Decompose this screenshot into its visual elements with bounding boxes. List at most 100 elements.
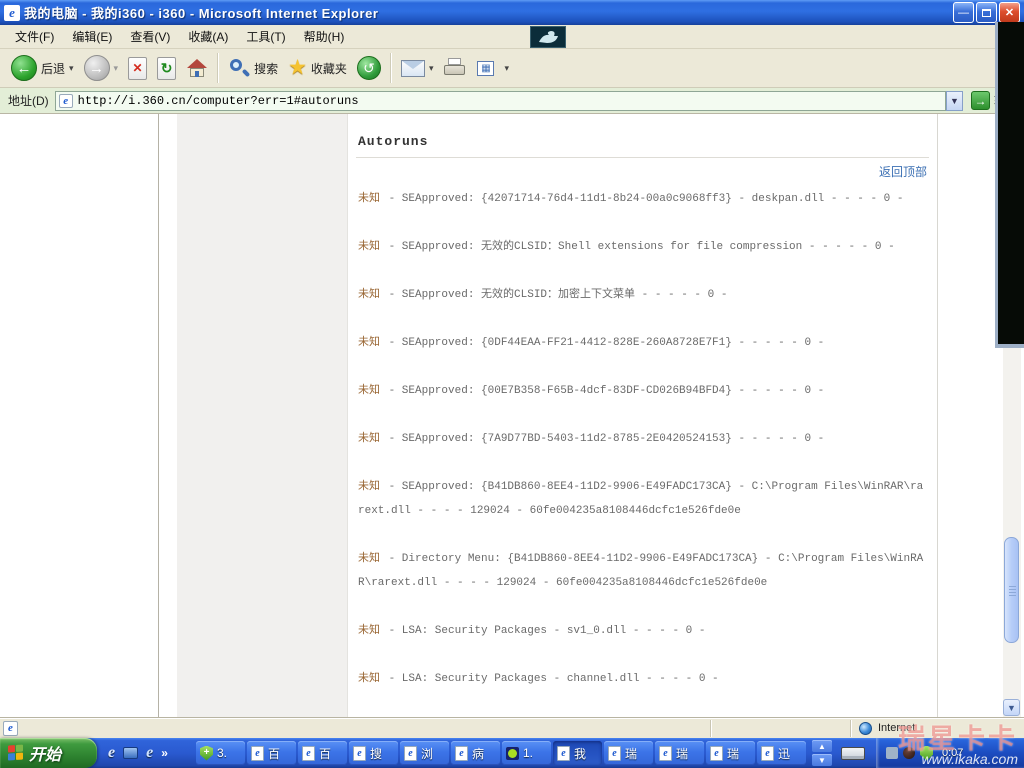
- taskbar-button-10[interactable]: e瑞: [706, 741, 755, 765]
- autorun-entry: 未知 - SEApproved: {42071714-76d4-11d1-8b2…: [358, 187, 927, 211]
- task-button-label: 病: [472, 746, 485, 761]
- entry-text: - LSA: Security Packages - sv1_0.dll - -…: [382, 625, 706, 637]
- tray-shield-icon[interactable]: [920, 745, 933, 761]
- stop-button[interactable]: ✕: [123, 51, 152, 85]
- restore-icon: [982, 8, 991, 17]
- status-bar: e Internet: [0, 717, 1024, 738]
- sidebar-column: [177, 114, 347, 717]
- restore-button[interactable]: [976, 2, 997, 23]
- back-button[interactable]: ← 后退 ▾: [6, 51, 79, 85]
- address-dropdown-button[interactable]: ▼: [945, 90, 963, 111]
- task-button-label: 1.: [523, 746, 534, 760]
- refresh-icon: ↻: [157, 56, 177, 80]
- entry-status: 未知: [358, 481, 380, 493]
- entry-text: - SEApproved: {0DF44EAA-FF21-4412-828E-2…: [382, 337, 825, 349]
- taskbar-button-7[interactable]: e我: [553, 741, 602, 765]
- close-button[interactable]: ✕: [999, 2, 1020, 23]
- menu-item-2[interactable]: 查看(V): [121, 25, 179, 48]
- quicklaunch-overflow-chevron[interactable]: »: [161, 746, 168, 760]
- toolbar-separator: [389, 53, 392, 83]
- tray-icon-1[interactable]: [886, 747, 898, 759]
- minimize-button[interactable]: —: [953, 2, 974, 23]
- print-icon: [443, 58, 467, 78]
- taskbar-button-9[interactable]: e瑞: [655, 741, 704, 765]
- taskbar-clock: 0:07: [942, 747, 964, 759]
- autorun-entry: 未知 - SEApproved: {00E7B358-F65B-4dcf-83D…: [358, 379, 927, 403]
- entry-text: - SEApproved: {7A9D77BD-5403-11d2-8785-2…: [382, 433, 825, 445]
- taskbar-button-3[interactable]: e搜: [349, 741, 398, 765]
- task-button-label: 迅: [778, 746, 791, 761]
- forward-icon: →: [83, 55, 110, 81]
- status-page-icon: e: [3, 720, 18, 736]
- input-method-button[interactable]: [838, 745, 868, 761]
- more-dropdown-icon: ▾: [504, 62, 509, 73]
- edit-button[interactable]: ▦: [472, 51, 499, 85]
- forward-button[interactable]: → ▾: [79, 51, 124, 85]
- address-input[interactable]: e http://i.360.cn/computer?err=1#autorun…: [54, 90, 946, 111]
- quicklaunch-ie2-icon[interactable]: e: [146, 744, 153, 762]
- panel-heading: Autoruns: [358, 134, 429, 149]
- taskbar-button-8[interactable]: e瑞: [604, 741, 653, 765]
- taskbar-button-1[interactable]: e百: [247, 741, 296, 765]
- toolbar-brand-badge: [530, 26, 566, 48]
- back-dropdown-icon[interactable]: ▾: [69, 63, 74, 74]
- autorun-entry: 未知 - LSA: Security Packages - channel.dl…: [358, 667, 927, 691]
- search-icon: [228, 57, 251, 79]
- task-button-row: +3. e 百 e 百 e 搜 e 浏 e 病 1. e 我 e 瑞 e 瑞 e 瑞 e 迅: [196, 738, 806, 768]
- autorun-entry: 未知 - SEApproved: {7A9D77BD-5403-11d2-878…: [358, 427, 927, 451]
- quicklaunch-desktop-icon[interactable]: [123, 747, 139, 759]
- toolbar-more-button[interactable]: ▾: [499, 51, 514, 85]
- task-button-label: 3.: [217, 746, 228, 760]
- status-panel: [24, 719, 711, 737]
- menu-item-5[interactable]: 帮助(H): [295, 25, 354, 48]
- taskbar-button-11[interactable]: e迅: [757, 741, 806, 765]
- quicklaunch-ie-icon[interactable]: e: [108, 744, 115, 762]
- home-button[interactable]: [181, 51, 213, 85]
- taskbar-button-2[interactable]: e百: [298, 741, 347, 765]
- window-title: 我的电脑 - 我的i360 - i360 - Microsoft Interne…: [24, 6, 379, 21]
- task-button-label: 搜: [370, 746, 383, 761]
- menu-item-0[interactable]: 文件(F): [6, 25, 63, 48]
- tray-icon-2[interactable]: [903, 747, 915, 759]
- entry-status: 未知: [358, 193, 380, 205]
- favorites-button[interactable]: ★ 收藏夹: [283, 51, 352, 85]
- taskbar-scroll-up-button[interactable]: ▲: [812, 740, 832, 752]
- menu-item-4[interactable]: 工具(T): [237, 25, 294, 48]
- taskbar-button-0[interactable]: +3.: [196, 741, 245, 765]
- refresh-button[interactable]: ↻: [152, 51, 181, 85]
- autorun-entry: 未知 - SEApproved: 无效的CLSID：Shell extensio…: [358, 235, 927, 259]
- entry-status: 未知: [358, 241, 380, 253]
- address-label: 地址(D): [8, 94, 49, 108]
- favorites-star-icon: ★: [288, 56, 307, 79]
- ie-document-icon: e: [557, 745, 570, 761]
- task-button-label: 百: [268, 746, 281, 761]
- entry-text: - SEApproved: {00E7B358-F65B-4dcf-83DF-C…: [382, 385, 825, 397]
- history-button[interactable]: ↺: [352, 51, 386, 85]
- history-icon: ↺: [356, 56, 381, 80]
- print-button[interactable]: [438, 51, 472, 85]
- back-to-top-link[interactable]: 返回顶部: [879, 165, 927, 179]
- left-pane-divider: [158, 114, 159, 717]
- autorun-entry: 未知 - SEApproved: {0DF44EAA-FF21-4412-828…: [358, 331, 927, 355]
- go-arrow-icon: →: [970, 91, 990, 110]
- start-button[interactable]: 开始: [0, 738, 97, 768]
- taskbar-button-4[interactable]: e浏: [400, 741, 449, 765]
- mail-dropdown-icon[interactable]: ▾: [429, 63, 434, 74]
- title-bar: e 我的电脑 - 我的i360 - i360 - Microsoft Inter…: [0, 0, 1024, 25]
- address-bar: 地址(D) e http://i.360.cn/computer?err=1#a…: [0, 88, 1024, 114]
- scrollbar-thumb[interactable]: [1004, 537, 1019, 643]
- menu-item-1[interactable]: 编辑(E): [63, 25, 121, 48]
- menu-item-3[interactable]: 收藏(A): [179, 25, 237, 48]
- mail-button[interactable]: ▾: [396, 51, 439, 85]
- taskbar-button-5[interactable]: e病: [451, 741, 500, 765]
- background-window-edge[interactable]: [995, 22, 1024, 348]
- swan-logo-icon: [539, 30, 558, 43]
- task-button-label: 百: [319, 746, 332, 761]
- search-button[interactable]: 搜索: [223, 51, 283, 85]
- taskbar-button-6[interactable]: 1.: [502, 741, 551, 765]
- start-label: 开始: [29, 747, 62, 764]
- page-favicon: e: [58, 93, 73, 108]
- taskbar-scroll-down-button[interactable]: ▼: [812, 754, 832, 766]
- scrollbar-down-button[interactable]: ▼: [1003, 699, 1020, 716]
- ie-document-icon: e: [455, 745, 468, 761]
